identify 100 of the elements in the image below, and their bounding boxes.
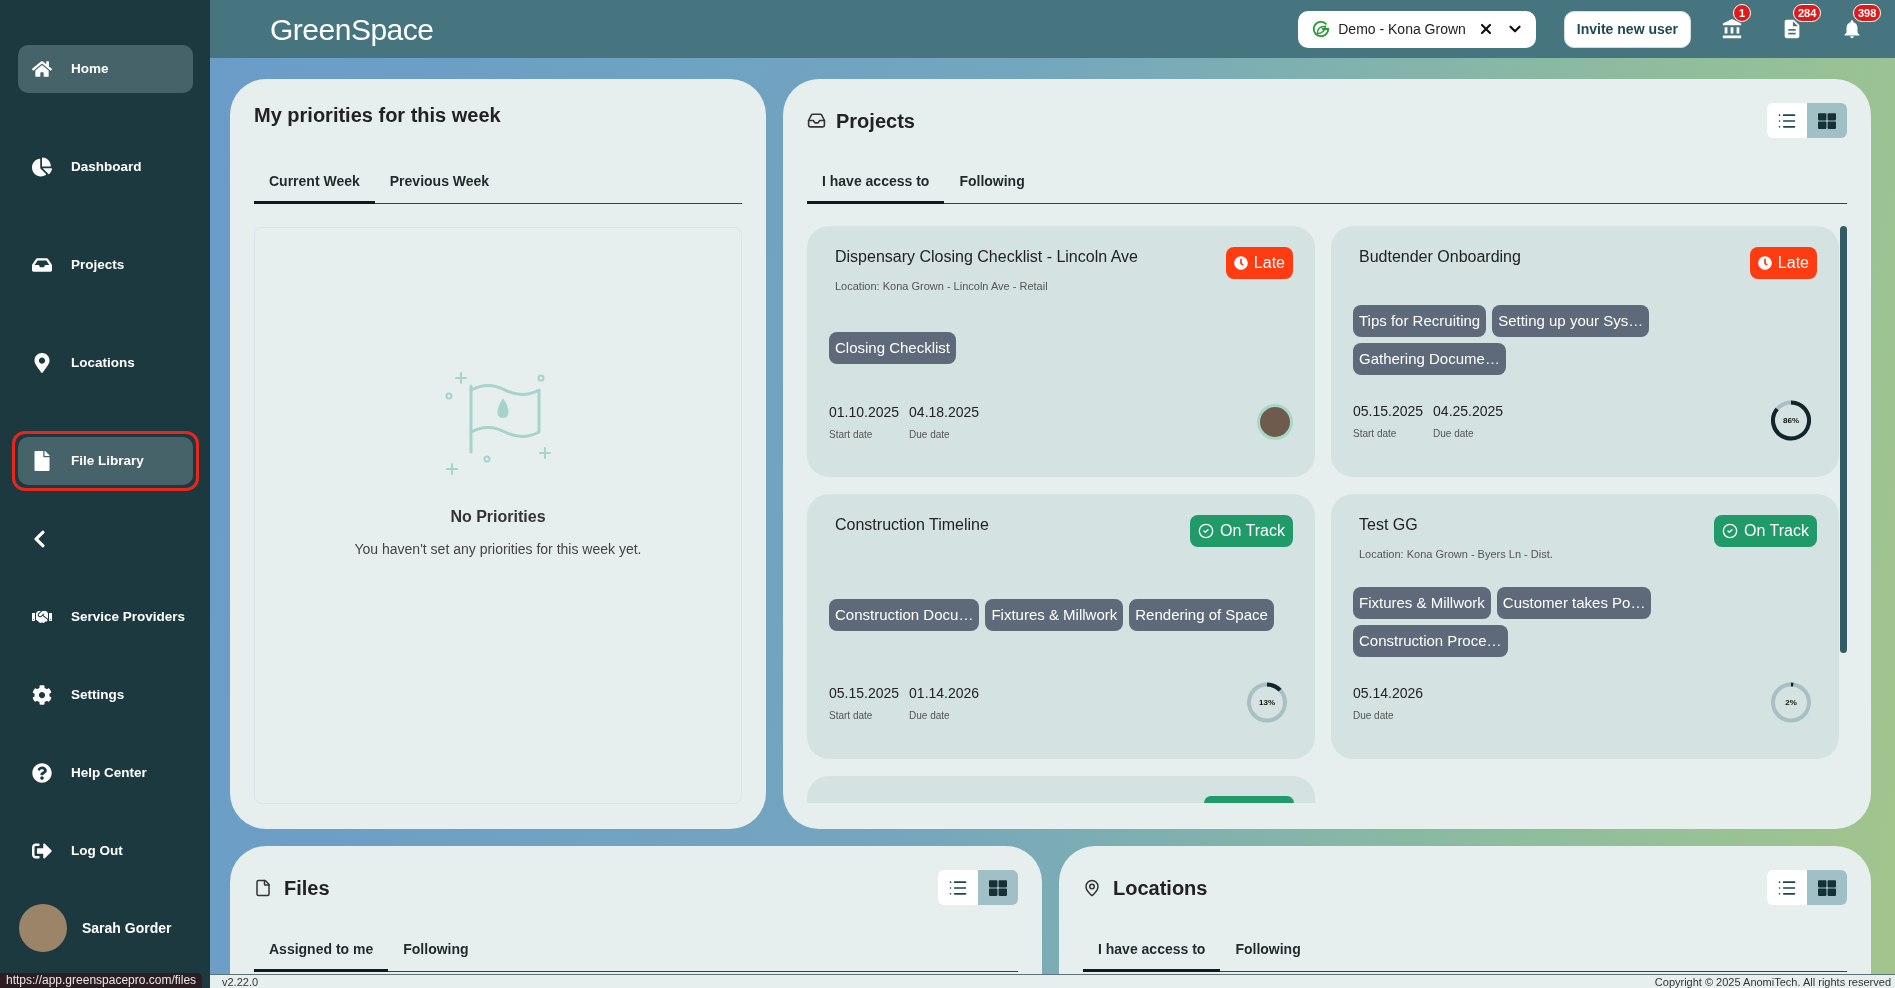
version-text: v2.22.0: [222, 975, 259, 988]
project-title: Dispensary Closing Checklist - Lincoln Ave: [835, 247, 1138, 267]
user-name: Sarah Gorder: [82, 918, 172, 938]
progress-reading: 86%: [1783, 415, 1799, 426]
user-avatar[interactable]: [19, 904, 67, 952]
progress-ring: [1771, 400, 1811, 441]
tag-chip[interactable]: Tips for Recruiting: [1353, 304, 1487, 337]
sidebar-item[interactable]: Home: [18, 45, 193, 93]
logo[interactable]: GreenSpace: [270, 6, 434, 52]
project-card[interactable]: Test GG Location: Kona Grown - Byers Ln - Dist. On Track Fixtures & Millwork Customer takes Po… Construction Proce… 05.14.2026 Due date 2%: [1331, 494, 1839, 759]
file-icon: [254, 878, 272, 897]
scrollbar-thumb[interactable]: [1840, 226, 1847, 653]
list-view-button[interactable]: [1767, 870, 1807, 905]
panel-title: Files: [284, 875, 330, 901]
tray-icon: [32, 255, 52, 275]
sidebar-item[interactable]: Locations: [18, 339, 193, 387]
list-view-button[interactable]: [1767, 103, 1807, 138]
tab[interactable]: Current Week: [254, 158, 375, 204]
tag-chip[interactable]: Rendering of Space: [1129, 598, 1274, 631]
collapse-icon[interactable]: [33, 529, 46, 549]
check-circle-icon: [1198, 523, 1215, 539]
date-label: Start date: [1353, 427, 1398, 440]
grid-icon: [989, 878, 1007, 897]
tab[interactable]: Following: [1220, 926, 1316, 972]
invite-user-button[interactable]: Invite new user: [1563, 10, 1691, 48]
check-circle-icon: [1722, 523, 1739, 539]
home-icon: [32, 59, 52, 79]
project-card[interactable]: [807, 776, 1315, 803]
status-label: On Track: [1744, 521, 1809, 541]
project-card[interactable]: Construction Timeline On Track Construction Docu… Fixtures & Millwork Rendering of Space 05.15.2025 Start date 01.14.2026 Due date 13%: [807, 494, 1315, 759]
leaf-icon: [1312, 20, 1331, 38]
count-badge: 1: [1733, 4, 1751, 22]
progress-ring: [1247, 682, 1287, 723]
sidebar-item[interactable]: File Library: [18, 437, 193, 485]
date-label: Due date: [1353, 709, 1395, 722]
tag-chip[interactable]: Fixtures & Millwork: [1353, 586, 1491, 619]
tag-chip[interactable]: Setting up your Sys…: [1492, 304, 1650, 337]
panel-title: Projects: [836, 108, 915, 134]
map-pin-icon: [32, 353, 52, 373]
tag-chip[interactable]: Gathering Docume…: [1353, 342, 1506, 375]
progress-reading: 2%: [1785, 697, 1797, 708]
tag-chip[interactable]: Construction Docu…: [829, 598, 980, 631]
grid-icon: [1818, 111, 1836, 130]
progress-ring: [1771, 682, 1811, 723]
date-label: Start date: [829, 709, 874, 722]
progress-reading: 13%: [1259, 697, 1275, 708]
tag-chip[interactable]: Construction Proce…: [1353, 624, 1508, 657]
date-label: Due date: [1433, 427, 1475, 440]
date-label: Due date: [909, 709, 951, 722]
tray-icon: [807, 111, 826, 130]
date-value: 01.10.2025: [829, 403, 900, 421]
date-value: 05.14.2026: [1353, 683, 1424, 702]
empty-title: No Priorities: [450, 507, 546, 527]
pie-chart-icon: [32, 157, 52, 177]
status-label: Late: [1253, 253, 1285, 273]
sidebar-item[interactable]: Log Out: [18, 827, 193, 875]
grid-view-button[interactable]: [1807, 103, 1847, 138]
clock-icon: [1233, 256, 1248, 270]
sidebar-item[interactable]: Dashboard: [18, 143, 193, 191]
tab[interactable]: Following: [944, 158, 1040, 204]
list-view-button[interactable]: [938, 870, 978, 905]
card-title: My priorities for this week: [254, 103, 502, 128]
clock-icon: [1757, 256, 1772, 270]
location-text: Location: Kona Grown - Lincoln Ave - Retail: [835, 279, 1049, 293]
date-value: 01.14.2026: [909, 683, 980, 702]
sidebar-item[interactable]: Projects: [18, 241, 193, 289]
count-badge: 398: [1853, 4, 1882, 22]
sidebar-item[interactable]: Help Center: [18, 749, 193, 797]
sidebar-item[interactable]: Service Providers: [18, 593, 193, 641]
date-value: 04.18.2025: [909, 403, 980, 421]
date-value: 05.15.2025: [1353, 401, 1424, 420]
tab[interactable]: I have access to: [807, 158, 945, 204]
date-value: 05.15.2025: [829, 683, 900, 702]
sidebar-item[interactable]: Settings: [18, 671, 193, 719]
grid-view-button[interactable]: [1807, 870, 1847, 905]
tab[interactable]: Following: [388, 926, 484, 972]
project-card[interactable]: Budtender Onboarding Late Tips for Recruiting Setting up your Sys… Gathering Docume… 05.15.2025 Start date 04.25.2025 Due date 86%: [1331, 226, 1839, 477]
logout-icon: [32, 841, 52, 861]
grid-view-button[interactable]: [978, 870, 1018, 905]
project-title: Test GG: [1359, 515, 1419, 535]
tag-chip[interactable]: Customer takes Po…: [1496, 586, 1652, 619]
organization-select[interactable]: Demo - Kona Grown: [1298, 10, 1536, 48]
date-label: Start date: [829, 429, 874, 441]
date-label: Due date: [909, 429, 951, 441]
panel-title: Locations: [1113, 875, 1208, 901]
project-title: Construction Timeline: [835, 515, 989, 535]
project-card[interactable]: Dispensary Closing Checklist - Lincoln Ave Location: Kona Grown - Lincoln Ave - Retail Late Closing Checklist 01.10.2025 Start date 04.18.2025 Due date: [807, 226, 1315, 477]
empty-message: You haven't set any priorities for this week yet.: [354, 540, 642, 558]
avatar: [1257, 404, 1293, 440]
tab[interactable]: Previous Week: [374, 158, 505, 204]
location-text: Location: Kona Grown - Byers Ln - Dist.: [1359, 547, 1553, 561]
bank-icon[interactable]: [1721, 18, 1743, 40]
file-icon: [32, 451, 52, 471]
count-badge: 284: [1793, 4, 1822, 22]
status-label: On Track: [1220, 521, 1285, 541]
tag-chip[interactable]: Fixtures & Millwork: [985, 598, 1124, 631]
project-title: Budtender Onboarding: [1359, 247, 1521, 267]
tag-chip[interactable]: Closing Checklist: [829, 332, 957, 364]
settings-icon: [32, 685, 52, 705]
link-preview: https://app.greenspacepro.com/files: [0, 973, 203, 988]
